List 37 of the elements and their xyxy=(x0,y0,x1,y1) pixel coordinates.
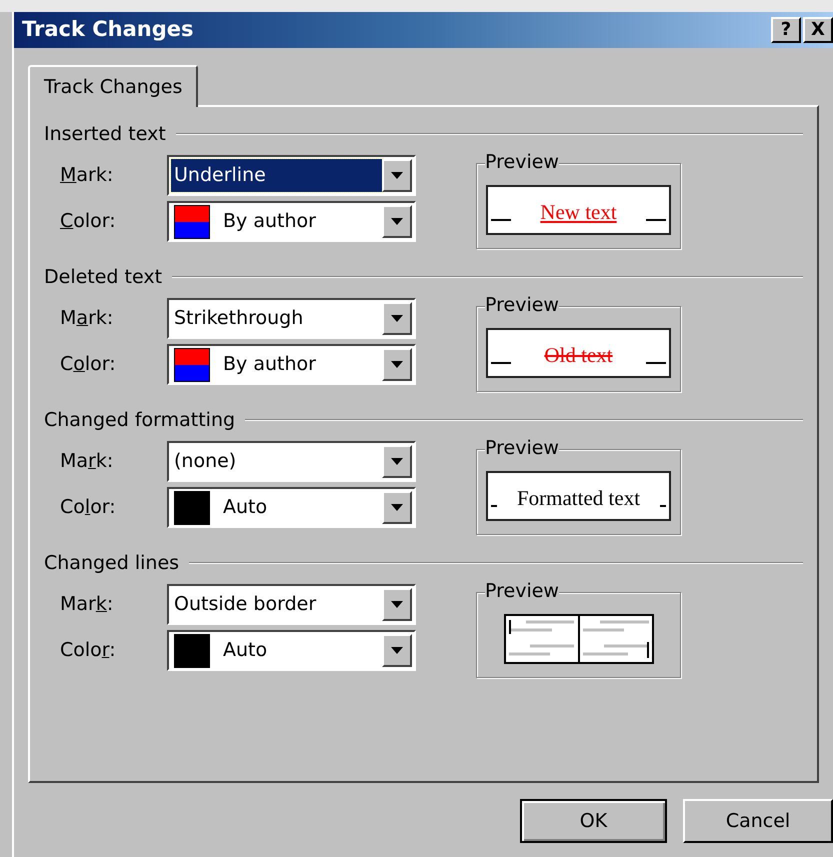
dropdown-value: Strikethrough xyxy=(173,306,304,332)
dropdown-value: By author xyxy=(222,352,317,378)
section-heading: Inserted text xyxy=(44,122,166,147)
dropdown-value: Underline xyxy=(171,159,382,192)
mark-dropdown[interactable]: (none) xyxy=(167,441,416,482)
ok-button[interactable]: OK xyxy=(520,799,667,843)
preview-text: Formatted text xyxy=(516,487,640,509)
section-heading: Changed lines xyxy=(44,550,180,576)
preview-text: Old text xyxy=(544,344,613,366)
window-title: Track Changes xyxy=(22,16,194,44)
section-heading: Deleted text xyxy=(44,264,162,290)
color-dropdown[interactable]: Auto xyxy=(167,487,416,528)
field-label: Mark: xyxy=(60,163,114,188)
field-label: Color: xyxy=(60,495,117,520)
mark-dropdown[interactable]: Outside border xyxy=(167,584,416,625)
field-label: Mark: xyxy=(60,592,114,618)
field-label: Color: xyxy=(60,352,117,378)
field-label: Mark: xyxy=(60,449,114,474)
dropdown-value: Auto xyxy=(222,495,268,520)
color-dropdown[interactable]: By author xyxy=(167,201,416,242)
dropdown-value: Outside border xyxy=(173,592,318,618)
color-dropdown[interactable]: Auto xyxy=(167,630,416,671)
section-heading: Changed formatting xyxy=(44,408,236,433)
field-label: Color: xyxy=(60,638,117,664)
preview-text: New text xyxy=(540,201,617,223)
mark-dropdown[interactable]: Strikethrough xyxy=(167,298,416,339)
tab[interactable]: Track Changes xyxy=(28,65,198,107)
field-label: Color: xyxy=(60,209,117,234)
dropdown-value: Auto xyxy=(222,638,268,664)
color-dropdown[interactable]: By author xyxy=(167,344,416,385)
dropdown-value: (none) xyxy=(173,449,238,474)
help-button[interactable]: ? xyxy=(771,17,801,43)
cancel-button[interactable]: Cancel xyxy=(683,799,833,843)
field-label: Mark: xyxy=(60,306,114,332)
close-button[interactable]: X xyxy=(803,17,833,43)
dropdown-value: By author xyxy=(222,209,317,234)
mark-dropdown[interactable]: Underline xyxy=(167,155,416,196)
